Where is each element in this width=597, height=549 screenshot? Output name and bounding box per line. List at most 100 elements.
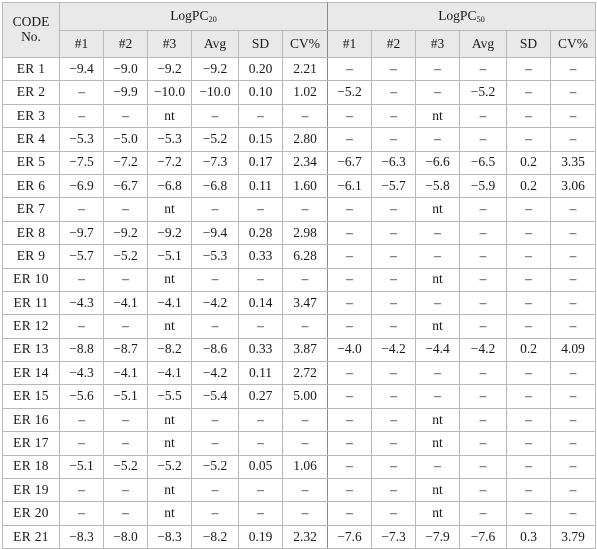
cell-pc50-1: – <box>371 454 416 480</box>
header-col-pc20-2: #2 <box>103 30 148 58</box>
cell-pc20-0: – <box>59 103 104 129</box>
cell-pc20-5: 2.80 <box>282 127 328 152</box>
cell-pc50-4: – <box>506 384 551 409</box>
cell-pc50-3: – <box>459 267 507 292</box>
cell-pc50-2: – <box>415 56 460 82</box>
row-code-label: ER 15 <box>2 384 60 409</box>
cell-pc20-3: −4.2 <box>191 361 239 386</box>
cell-pc20-0: −4.3 <box>59 361 104 386</box>
table-row: ER 6 −6.9 −6.7 −6.8 −6.8 0.11 1.60 −6.1 −5.7 −5.8… <box>2 173 596 199</box>
cell-pc50-0: −7.6 <box>327 524 372 549</box>
group-logpc20-name: LogPC <box>170 7 209 23</box>
header-col-pc50-3: #3 <box>415 30 460 58</box>
cell-pc50-1: – <box>371 56 416 82</box>
cell-pc50-4: – <box>506 244 551 269</box>
cell-pc50-0: – <box>327 220 372 246</box>
cell-pc20-0: – <box>59 197 104 222</box>
cell-pc50-5: – <box>550 361 596 386</box>
cell-pc20-0: – <box>59 80 104 105</box>
cell-pc20-4: 0.11 <box>238 361 283 386</box>
cell-pc50-0: – <box>327 290 372 316</box>
cell-pc50-1: – <box>371 244 416 269</box>
cell-pc20-1: – <box>103 103 148 129</box>
cell-pc50-1: −5.7 <box>371 173 416 199</box>
cell-pc20-4: 0.11 <box>238 173 283 199</box>
cell-pc50-1: – <box>371 103 416 129</box>
cell-pc20-2: −8.3 <box>147 524 192 549</box>
row-code-label: ER 6 <box>2 173 60 199</box>
cell-pc50-0: – <box>327 478 372 503</box>
table-row: ER 18 −5.1 −5.2 −5.2 −5.2 0.05 1.06– – – – – – <box>2 454 596 480</box>
cell-pc50-1: – <box>371 267 416 292</box>
cell-pc50-0: −6.7 <box>327 150 372 175</box>
cell-pc50-2: −7.9 <box>415 524 460 549</box>
cell-pc20-2: nt <box>147 431 192 456</box>
cell-pc20-5: – <box>282 267 328 292</box>
cell-pc50-4: – <box>506 407 551 433</box>
cell-pc50-2: – <box>415 244 460 269</box>
header-row-groups: CODE No. LogPC20 LogPC50 <box>2 2 596 58</box>
cell-pc20-3: – <box>191 478 239 503</box>
cell-pc50-3: – <box>459 454 507 480</box>
row-code-label: ER 18 <box>2 454 60 480</box>
table-row: ER 20– – nt – – – – – nt – – – <box>2 501 596 526</box>
header-col-pc50-sd: SD <box>506 30 551 58</box>
cell-pc20-5: – <box>282 314 328 339</box>
cell-pc20-1: −9.0 <box>103 56 148 82</box>
cell-pc20-0: – <box>59 314 104 339</box>
cell-pc50-5: – <box>550 56 596 82</box>
cell-pc50-2: – <box>415 384 460 409</box>
cell-pc50-3: – <box>459 244 507 269</box>
header-col-pc50-avg: Avg <box>459 30 507 58</box>
cell-pc50-1: – <box>371 290 416 316</box>
cell-pc20-0: −5.1 <box>59 454 104 480</box>
cell-pc50-1: −4.2 <box>371 337 416 363</box>
cell-pc50-0: – <box>327 244 372 269</box>
cell-pc20-2: nt <box>147 197 192 222</box>
cell-pc50-0: −5.2 <box>327 80 372 105</box>
table-row: ER 2– −9.9 −10.0 −10.0 0.10 1.02 −5.2– – −5.2– – <box>2 80 596 105</box>
cell-pc50-3: – <box>459 290 507 316</box>
cell-pc20-3: – <box>191 431 239 456</box>
cell-pc20-3: −5.4 <box>191 384 239 409</box>
row-code-label: ER 10 <box>2 267 60 292</box>
cell-pc50-2: – <box>415 80 460 105</box>
cell-pc50-5: 4.09 <box>550 337 596 363</box>
cell-pc20-2: nt <box>147 314 192 339</box>
cell-pc20-3: −5.2 <box>191 127 239 152</box>
cell-pc50-3: −7.6 <box>459 524 507 549</box>
cell-pc20-5: 1.06 <box>282 454 328 480</box>
table-container: CODE No. LogPC20 LogPC50 #1 #2 #3 Avg SD… <box>0 0 597 549</box>
table-row: ER 16– – nt – – – – – nt – – – <box>2 407 596 433</box>
row-code-label: ER 20 <box>2 501 60 526</box>
cell-pc50-2: nt <box>415 103 460 129</box>
cell-pc50-1: −6.3 <box>371 150 416 175</box>
cell-pc20-5: 3.87 <box>282 337 328 363</box>
cell-pc20-2: −7.2 <box>147 150 192 175</box>
cell-pc20-4: 0.10 <box>238 80 283 105</box>
cell-pc20-0: – <box>59 431 104 456</box>
cell-pc20-4: 0.33 <box>238 244 283 269</box>
cell-pc50-5: – <box>550 127 596 152</box>
cell-pc50-4: 0.2 <box>506 150 551 175</box>
cell-pc20-5: – <box>282 478 328 503</box>
row-code-label: ER 12 <box>2 314 60 339</box>
cell-pc20-5: – <box>282 197 328 222</box>
header-col-pc20-avg: Avg <box>191 30 239 58</box>
cell-pc20-4: 0.27 <box>238 384 283 409</box>
cell-pc50-4: – <box>506 197 551 222</box>
cell-pc50-2: – <box>415 290 460 316</box>
cell-pc50-0: – <box>327 314 372 339</box>
group-logpc50-subscript: 50 <box>476 14 485 24</box>
header-col-pc50-2: #2 <box>371 30 416 58</box>
cell-pc50-4: – <box>506 127 551 152</box>
cell-pc50-5: – <box>550 244 596 269</box>
cell-pc50-4: – <box>506 431 551 456</box>
cell-pc20-5: – <box>282 431 328 456</box>
cell-pc20-1: −5.2 <box>103 454 148 480</box>
cell-pc20-1: −5.0 <box>103 127 148 152</box>
cell-pc50-4: – <box>506 56 551 82</box>
cell-pc20-0: – <box>59 267 104 292</box>
cell-pc50-2: – <box>415 454 460 480</box>
cell-pc50-5: – <box>550 103 596 129</box>
